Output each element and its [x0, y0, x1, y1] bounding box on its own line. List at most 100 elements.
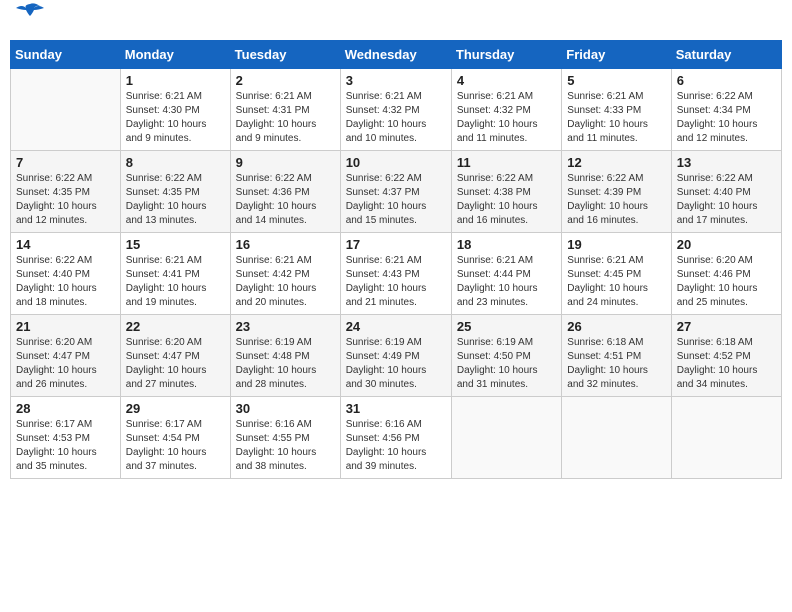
day-number: 1: [126, 73, 225, 88]
calendar-cell: 21 Sunrise: 6:20 AM Sunset: 4:47 PM Dayli…: [11, 315, 121, 397]
day-info: Sunrise: 6:22 AM Sunset: 4:40 PM Dayligh…: [16, 254, 115, 310]
calendar-cell: 12Sunrise: 6:22 AM Sunset: 4:39 PM Dayli…: [562, 151, 671, 233]
calendar-cell: 27 Sunrise: 6:18 AM Sunset: 4:52 PM Dayli…: [671, 315, 781, 397]
day-number: 6: [677, 73, 776, 88]
day-info: Sunrise: 6:17 AM Sunset: 4:53 PM Dayligh…: [16, 418, 115, 474]
day-number: 21: [16, 319, 115, 334]
day-info: Sunrise: 6:20 AM Sunset: 4:46 PM Dayligh…: [677, 254, 776, 310]
calendar-cell: 26 Sunrise: 6:18 AM Sunset: 4:51 PM Dayli…: [562, 315, 671, 397]
calendar-cell: 25 Sunrise: 6:19 AM Sunset: 4:50 PM Dayli…: [451, 315, 561, 397]
day-number: 14: [16, 237, 115, 252]
calendar-cell: [671, 397, 781, 479]
day-info: Sunrise: 6:22 AM Sunset: 4:37 PM Dayligh…: [346, 172, 446, 228]
day-info: Sunrise: 6:21 AM Sunset: 4:33 PM Dayligh…: [567, 90, 665, 146]
day-info: Sunrise: 6:21 AM Sunset: 4:30 PM Dayligh…: [126, 90, 225, 146]
calendar-cell: 7 Sunrise: 6:22 AM Sunset: 4:35 PM Daylig…: [11, 151, 121, 233]
day-number: 15: [126, 237, 225, 252]
day-number: 26: [567, 319, 665, 334]
weekday-header-tuesday: Tuesday: [230, 41, 340, 69]
day-info: Sunrise: 6:19 AM Sunset: 4:49 PM Dayligh…: [346, 336, 446, 392]
day-info: Sunrise: 6:21 AM Sunset: 4:32 PM Dayligh…: [346, 90, 446, 146]
day-info: Sunrise: 6:21 AM Sunset: 4:41 PM Dayligh…: [126, 254, 225, 310]
calendar-cell: 6 Sunrise: 6:22 AM Sunset: 4:34 PM Daylig…: [671, 69, 781, 151]
day-number: 25: [457, 319, 556, 334]
day-info: Sunrise: 6:19 AM Sunset: 4:48 PM Dayligh…: [236, 336, 335, 392]
day-number: 28: [16, 401, 115, 416]
day-info: Sunrise: 6:21 AM Sunset: 4:44 PM Dayligh…: [457, 254, 556, 310]
weekday-header-saturday: Saturday: [671, 41, 781, 69]
day-number: 11: [457, 155, 556, 170]
day-info: Sunrise: 6:21 AM Sunset: 4:32 PM Dayligh…: [457, 90, 556, 146]
calendar-cell: 3 Sunrise: 6:21 AM Sunset: 4:32 PM Daylig…: [340, 69, 451, 151]
calendar-cell: 2 Sunrise: 6:21 AM Sunset: 4:31 PM Daylig…: [230, 69, 340, 151]
day-number: 9: [236, 155, 335, 170]
day-number: 2: [236, 73, 335, 88]
calendar-cell: 4Sunrise: 6:21 AM Sunset: 4:32 PM Daylig…: [451, 69, 561, 151]
day-info: Sunrise: 6:19 AM Sunset: 4:50 PM Dayligh…: [457, 336, 556, 392]
calendar-cell: 1 Sunrise: 6:21 AM Sunset: 4:30 PM Daylig…: [120, 69, 230, 151]
day-info: Sunrise: 6:16 AM Sunset: 4:56 PM Dayligh…: [346, 418, 446, 474]
calendar-cell: 8 Sunrise: 6:22 AM Sunset: 4:35 PM Daylig…: [120, 151, 230, 233]
calendar-cell: 18 Sunrise: 6:21 AM Sunset: 4:44 PM Dayli…: [451, 233, 561, 315]
calendar-cell: 20 Sunrise: 6:20 AM Sunset: 4:46 PM Dayli…: [671, 233, 781, 315]
day-info: Sunrise: 6:20 AM Sunset: 4:47 PM Dayligh…: [126, 336, 225, 392]
weekday-header-monday: Monday: [120, 41, 230, 69]
day-number: 5: [567, 73, 665, 88]
day-number: 3: [346, 73, 446, 88]
calendar-cell: 28 Sunrise: 6:17 AM Sunset: 4:53 PM Dayli…: [11, 397, 121, 479]
calendar-week-row: 7 Sunrise: 6:22 AM Sunset: 4:35 PM Daylig…: [11, 151, 782, 233]
calendar-cell: 19Sunrise: 6:21 AM Sunset: 4:45 PM Dayli…: [562, 233, 671, 315]
calendar-table: SundayMondayTuesdayWednesdayThursdayFrid…: [10, 40, 782, 479]
day-number: 27: [677, 319, 776, 334]
weekday-header-friday: Friday: [562, 41, 671, 69]
calendar-cell: 15 Sunrise: 6:21 AM Sunset: 4:41 PM Dayli…: [120, 233, 230, 315]
day-info: Sunrise: 6:22 AM Sunset: 4:38 PM Dayligh…: [457, 172, 556, 228]
weekday-header-sunday: Sunday: [11, 41, 121, 69]
day-info: Sunrise: 6:18 AM Sunset: 4:52 PM Dayligh…: [677, 336, 776, 392]
day-number: 13: [677, 155, 776, 170]
day-info: Sunrise: 6:21 AM Sunset: 4:42 PM Dayligh…: [236, 254, 335, 310]
day-info: Sunrise: 6:18 AM Sunset: 4:51 PM Dayligh…: [567, 336, 665, 392]
calendar-cell: 31 Sunrise: 6:16 AM Sunset: 4:56 PM Dayli…: [340, 397, 451, 479]
calendar-cell: 9Sunrise: 6:22 AM Sunset: 4:36 PM Daylig…: [230, 151, 340, 233]
day-info: Sunrise: 6:20 AM Sunset: 4:47 PM Dayligh…: [16, 336, 115, 392]
calendar-cell: 30 Sunrise: 6:16 AM Sunset: 4:55 PM Dayli…: [230, 397, 340, 479]
calendar-cell: 11 Sunrise: 6:22 AM Sunset: 4:38 PM Dayli…: [451, 151, 561, 233]
calendar-week-row: 14 Sunrise: 6:22 AM Sunset: 4:40 PM Dayli…: [11, 233, 782, 315]
day-number: 7: [16, 155, 115, 170]
day-number: 8: [126, 155, 225, 170]
logo-bird-icon: [16, 2, 44, 24]
calendar-cell: [562, 397, 671, 479]
day-info: Sunrise: 6:21 AM Sunset: 4:31 PM Dayligh…: [236, 90, 335, 146]
day-info: Sunrise: 6:22 AM Sunset: 4:35 PM Dayligh…: [126, 172, 225, 228]
day-number: 20: [677, 237, 776, 252]
calendar-cell: [11, 69, 121, 151]
day-number: 30: [236, 401, 335, 416]
calendar-cell: 13Sunrise: 6:22 AM Sunset: 4:40 PM Dayli…: [671, 151, 781, 233]
day-number: 22: [126, 319, 225, 334]
page-header: [10, 10, 782, 34]
calendar-week-row: 21 Sunrise: 6:20 AM Sunset: 4:47 PM Dayli…: [11, 315, 782, 397]
day-info: Sunrise: 6:16 AM Sunset: 4:55 PM Dayligh…: [236, 418, 335, 474]
day-info: Sunrise: 6:21 AM Sunset: 4:45 PM Dayligh…: [567, 254, 665, 310]
day-number: 16: [236, 237, 335, 252]
calendar-week-row: 1 Sunrise: 6:21 AM Sunset: 4:30 PM Daylig…: [11, 69, 782, 151]
day-number: 29: [126, 401, 225, 416]
logo: [14, 10, 44, 34]
day-info: Sunrise: 6:17 AM Sunset: 4:54 PM Dayligh…: [126, 418, 225, 474]
day-number: 24: [346, 319, 446, 334]
day-number: 18: [457, 237, 556, 252]
day-number: 23: [236, 319, 335, 334]
calendar-cell: 16 Sunrise: 6:21 AM Sunset: 4:42 PM Dayli…: [230, 233, 340, 315]
day-info: Sunrise: 6:22 AM Sunset: 4:34 PM Dayligh…: [677, 90, 776, 146]
day-number: 12: [567, 155, 665, 170]
day-number: 31: [346, 401, 446, 416]
weekday-header-wednesday: Wednesday: [340, 41, 451, 69]
calendar-cell: 5 Sunrise: 6:21 AM Sunset: 4:33 PM Daylig…: [562, 69, 671, 151]
day-number: 17: [346, 237, 446, 252]
calendar-cell: 24 Sunrise: 6:19 AM Sunset: 4:49 PM Dayli…: [340, 315, 451, 397]
weekday-header-thursday: Thursday: [451, 41, 561, 69]
day-number: 10: [346, 155, 446, 170]
day-info: Sunrise: 6:22 AM Sunset: 4:35 PM Dayligh…: [16, 172, 115, 228]
calendar-cell: 22 Sunrise: 6:20 AM Sunset: 4:47 PM Dayli…: [120, 315, 230, 397]
